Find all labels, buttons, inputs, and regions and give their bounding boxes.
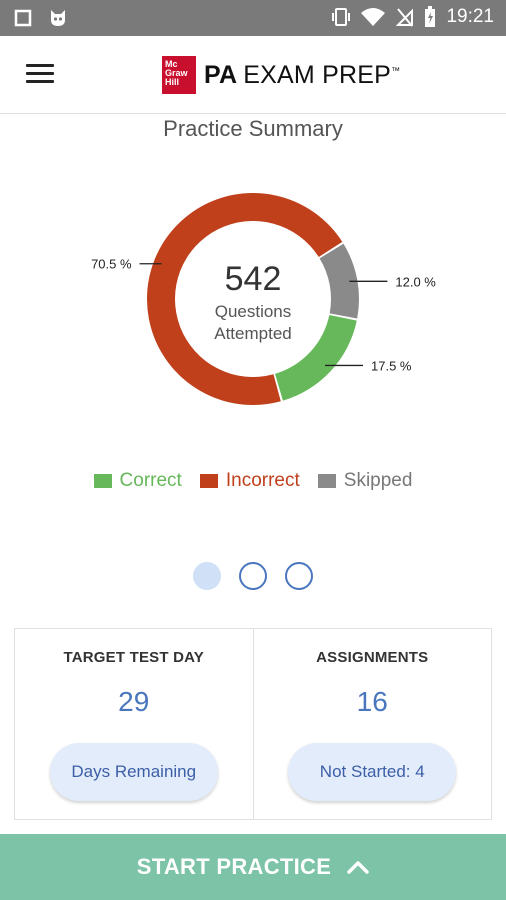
assignments-value: 16 [356,686,388,717]
wifi-icon [361,8,386,26]
chart-legend: Correct Incorrect Skipped [0,470,506,492]
assignments-card: ASSIGNMENTS 16 Not Started: 4 [252,629,492,819]
slice-label-correct: 17.5 % [371,358,412,373]
no-signal-icon [396,8,414,27]
hamburger-menu-icon[interactable] [26,64,54,84]
start-practice-label: START PRACTICE [136,854,332,879]
legend-item-incorrect: Incorrect [199,470,300,492]
legend-item-correct: Correct [93,470,182,492]
start-practice-button[interactable]: START PRACTICE [0,834,506,900]
slice-label-incorrect: 70.5 % [91,257,132,272]
not-started-button[interactable]: Not Started: 4 [288,743,457,801]
legend-swatch-incorrect [199,474,218,488]
page-dot-1[interactable] [193,562,221,590]
status-bar: 19:21 [0,0,506,36]
battery-icon [425,6,436,27]
days-remaining-button[interactable]: Days Remaining [49,743,218,801]
page-indicator [0,562,506,590]
center-label-attempted: Attempted [214,324,292,343]
app-title: PA EXAM PREP™ [204,60,401,89]
stats-cards: TARGET TEST DAY 29 Days Remaining ASSIGN… [14,628,492,820]
app-bar: Mc Graw Hill PA EXAM PREP™ [0,36,506,114]
assignments-title: ASSIGNMENTS [316,649,429,666]
center-value: 542 [225,260,282,298]
brand-logo: Mc Graw Hill PA EXAM PREP™ [162,56,400,94]
cat-icon [51,10,65,26]
page-dot-3[interactable] [285,562,313,590]
donut-chart: 70.5 % 12.0 % 17.5 % 542 Questions Attempted [0,160,506,450]
page-dot-2[interactable] [239,562,267,590]
legend-swatch-correct [93,474,112,488]
summary-title: Practice Summary [163,116,343,141]
legend-item-skipped: Skipped [317,470,412,492]
legend-swatch-skipped [317,474,336,488]
chevron-up-icon [347,861,369,874]
target-test-day-value: 29 [118,686,150,717]
center-label-questions: Questions [215,302,292,321]
slice-label-skipped: 12.0 % [395,274,436,289]
target-test-day-title: TARGET TEST DAY [63,649,204,666]
mcgraw-hill-logo: Mc Graw Hill [162,56,196,94]
notification-square-icon [14,9,32,27]
target-test-day-card: TARGET TEST DAY 29 Days Remaining [15,629,253,819]
vibrate-icon [332,8,351,26]
status-time: 19:21 [446,6,494,27]
